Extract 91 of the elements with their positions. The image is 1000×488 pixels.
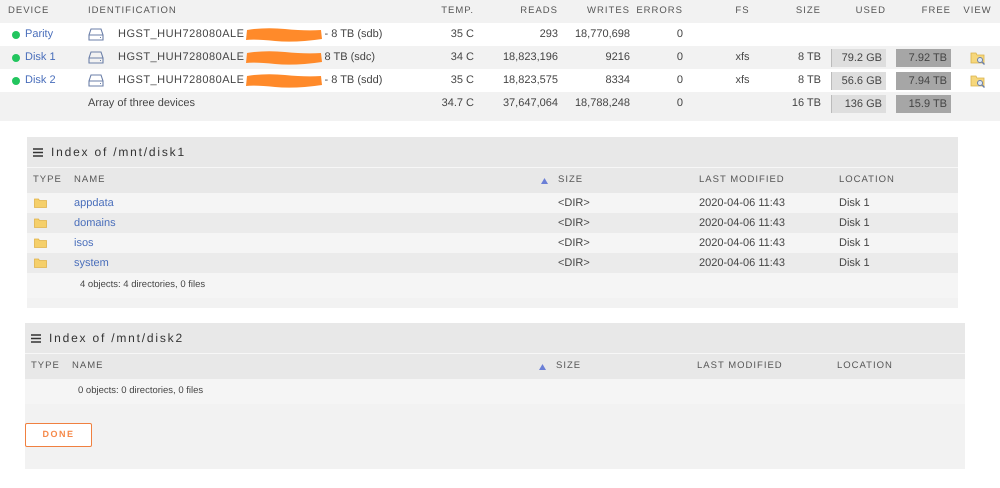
device-size: - 8 TB (sdb) [324,27,382,42]
errors-count: 0 [676,73,684,88]
folder-icon [34,258,47,268]
writes-count: 18,770,698 [574,27,630,42]
temperature: 35 C [450,27,475,42]
folder-link[interactable]: system [74,254,109,272]
writes-count: 9216 [604,50,630,66]
column-header: TEMP. [440,4,475,18]
reads-count: 18,823,196 [502,50,558,66]
disk-size: 8 TB [796,73,822,88]
folder-link[interactable]: domains [74,214,116,232]
folder-search-icon[interactable] [970,74,986,88]
reads-count: 293 [538,27,558,42]
sort-ascending-icon[interactable] [541,178,548,184]
device-id: HGST_HUH728080ALE [118,73,245,88]
hard-drive-icon [88,51,104,64]
column-header: WRITES [586,4,630,18]
writes-count: 18,788,248 [574,96,630,112]
used-space-bar: 56.6 GB [831,72,886,90]
folder-icon [34,238,47,248]
column-header[interactable]: TYPE [33,173,62,188]
location: Disk 1 [839,256,871,271]
folder-icon [34,198,47,208]
free-space-bar: 7.92 TB [896,48,951,66]
temperature: 34 C [450,50,475,66]
disk-size: 16 TB [790,96,822,112]
file-size: <DIR> [558,236,591,251]
column-header[interactable]: LAST MODIFIED [699,173,785,188]
column-header: READS [519,4,558,18]
column-header[interactable]: TYPE [31,359,60,374]
device-size: - 8 TB (sdd) [324,73,382,88]
folder-search-icon[interactable] [970,50,986,64]
free-space-bar: 15.9 TB [896,94,951,112]
panel-title: Index of /mnt/disk2 [49,330,184,347]
temperature: 34.7 C [440,96,475,112]
device-link[interactable]: Disk 2 [25,72,56,89]
filesystem: xfs [734,50,751,66]
column-header[interactable]: SIZE [558,173,584,188]
menu-icon [31,334,41,342]
file-size: <DIR> [558,196,591,211]
errors-count: 0 [676,96,684,112]
column-header: SIZE [794,4,822,18]
column-header: USED [854,4,887,18]
file-size: <DIR> [558,256,591,271]
location: Disk 1 [839,236,871,251]
hard-drive-icon [88,74,104,87]
column-header: DEVICE [7,4,50,18]
modified-date: 2020-04-06 11:43 [699,216,786,231]
column-header: FREE [920,4,952,18]
modified-date: 2020-04-06 11:43 [699,196,786,211]
temperature: 35 C [450,73,475,88]
menu-icon [33,148,43,156]
disk-size: 8 TB [796,50,822,66]
panel-title: Index of /mnt/disk1 [51,144,186,161]
column-header[interactable]: SIZE [556,359,582,374]
errors-count: 0 [676,27,684,42]
column-header[interactable]: LOCATION [837,359,893,374]
folder-link[interactable]: appdata [74,194,114,212]
device-link[interactable]: Parity [25,26,54,43]
free-space-bar: 7.94 TB [896,72,951,90]
file-size: <DIR> [558,216,591,231]
column-header: ERRORS [635,4,684,18]
filesystem: xfs [734,73,751,88]
object-summary: 4 objects: 4 directories, 0 files [80,278,206,292]
column-header[interactable]: LAST MODIFIED [697,359,783,374]
folder-icon [34,218,47,228]
object-summary: 0 objects: 0 directories, 0 files [78,384,204,398]
hard-drive-icon [88,28,104,41]
location: Disk 1 [839,216,871,231]
location: Disk 1 [839,196,871,211]
array-summary: Array of three devices [88,96,196,112]
writes-count: 8334 [604,73,630,88]
reads-count: 18,823,575 [502,73,558,88]
reads-count: 37,647,064 [502,96,558,112]
column-header[interactable]: LOCATION [839,173,895,188]
column-header: FS [734,4,751,18]
modified-date: 2020-04-06 11:43 [699,256,786,271]
used-space-bar: 79.2 GB [831,48,886,66]
used-space-bar: 136 GB [831,94,886,112]
folder-link[interactable]: isos [74,234,94,252]
device-id: HGST_HUH728080ALE [118,27,245,42]
column-header: IDENTIFICATION [88,4,178,18]
device-size: 8 TB (sdc) [324,50,376,66]
device-id: HGST_HUH728080ALE [118,50,245,66]
modified-date: 2020-04-06 11:43 [699,236,786,251]
sort-ascending-icon[interactable] [539,364,546,370]
errors-count: 0 [676,50,684,66]
column-header: VIEW [962,4,993,18]
column-header[interactable]: NAME [74,173,548,188]
column-header[interactable]: NAME [72,359,546,374]
device-link[interactable]: Disk 1 [25,49,56,66]
